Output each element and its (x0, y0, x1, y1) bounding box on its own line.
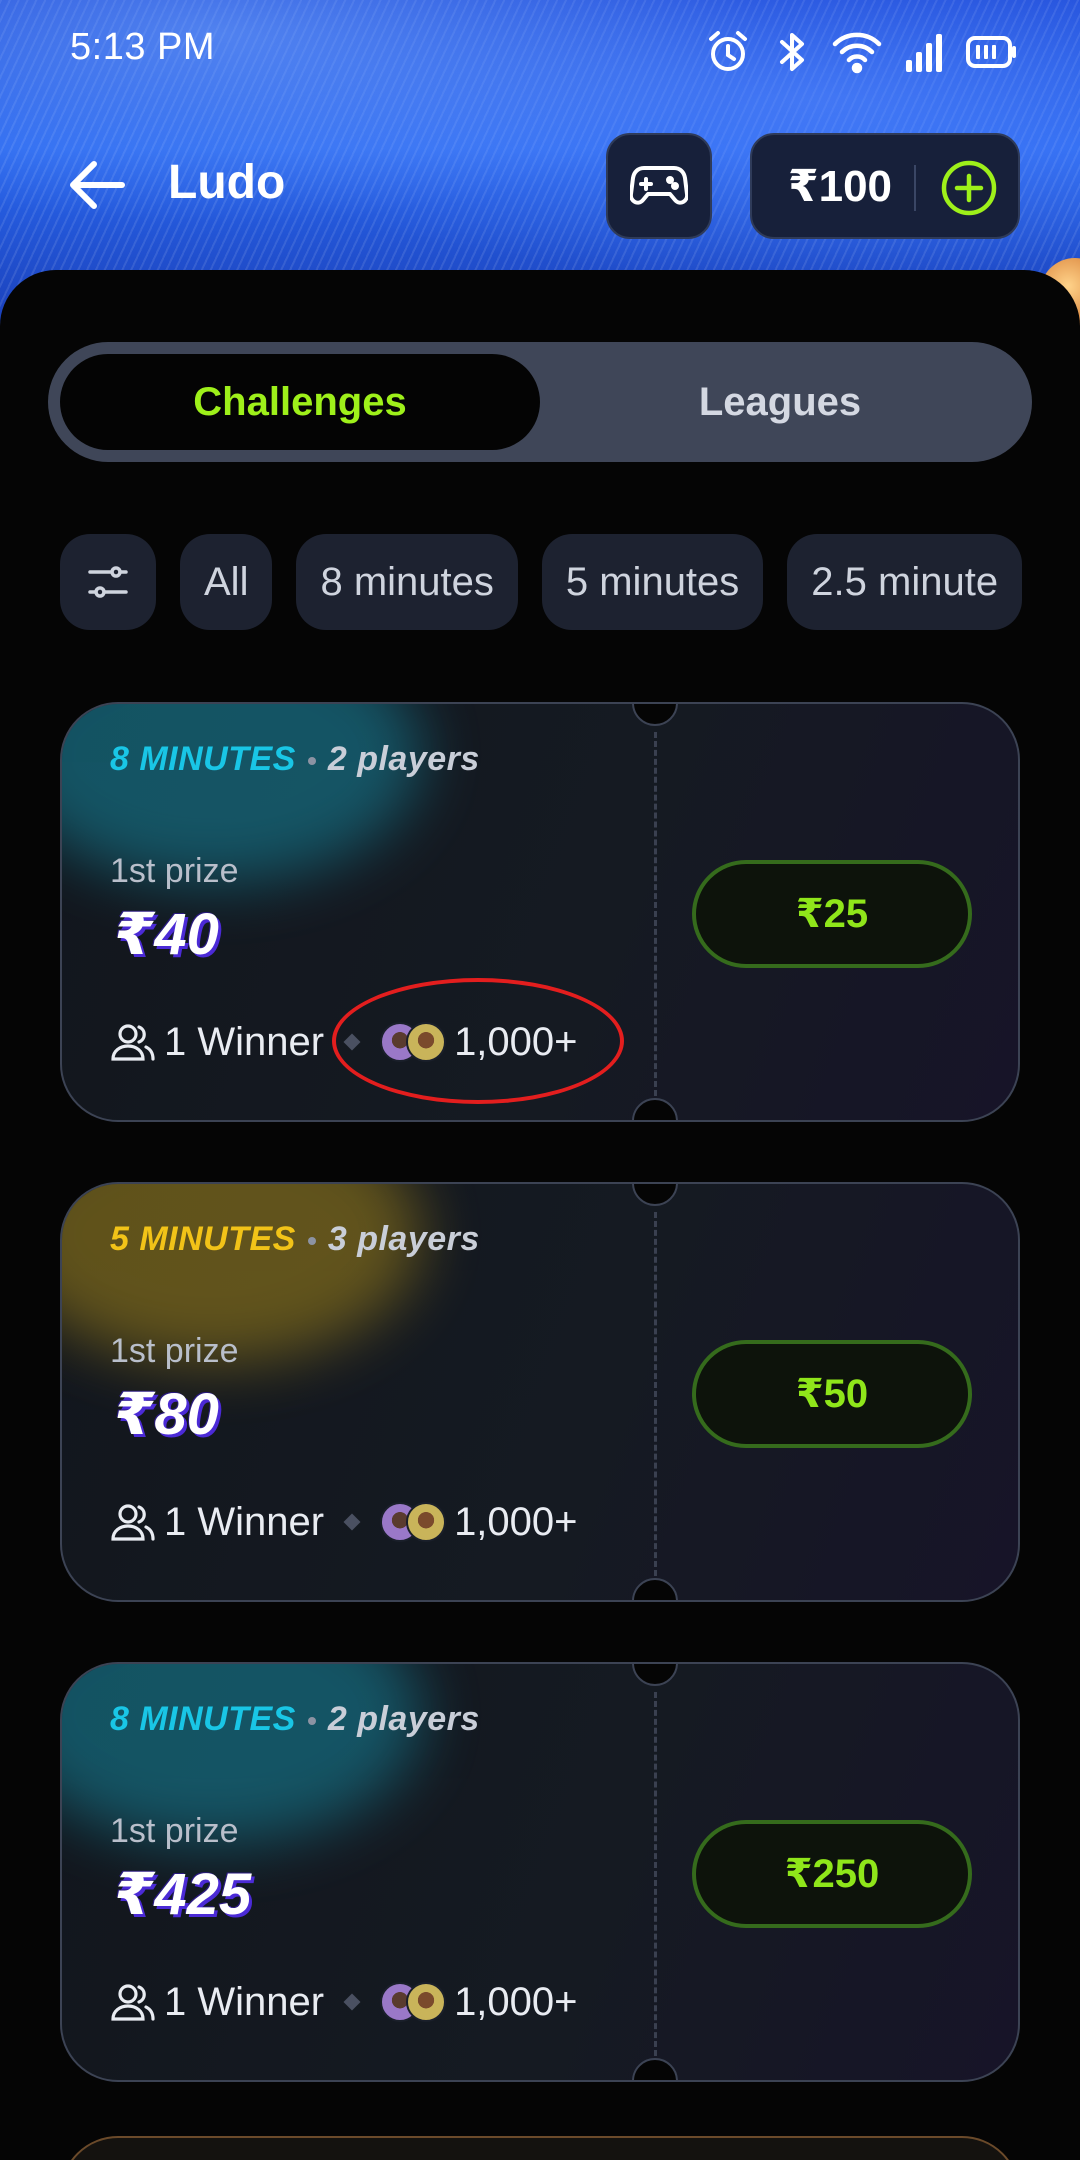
users-icon (111, 1504, 155, 1541)
entry-fee-button[interactable]: ₹50 (692, 1340, 972, 1448)
card-header: 8 MINUTES 2 players (110, 1700, 480, 1739)
card-meta: 1 Winner 1,000+ (110, 1976, 578, 2028)
status-icons (704, 28, 1018, 76)
challenge-card[interactable]: 8 MINUTES 2 players 1st prize ₹40 1 Winne… (60, 702, 1020, 1122)
player-avatars (380, 1500, 450, 1544)
entry-fee-button[interactable]: ₹25 (692, 860, 972, 968)
tab-switcher: Challenges Leagues (48, 342, 1032, 462)
filter-chip-5-minutes[interactable]: 5 minutes (541, 534, 764, 630)
prize-amount: ₹40 (114, 902, 219, 967)
wallet-balance[interactable]: ₹100 (750, 133, 1020, 239)
card-header: 5 MINUTES 3 players (110, 1220, 480, 1259)
card-notch (632, 1578, 678, 1600)
player-count: 2 players (327, 1700, 480, 1738)
page-title: Ludo (168, 156, 286, 209)
player-avatars (380, 1020, 450, 1064)
avatar (406, 1982, 447, 2022)
status-time: 5:13 PM (70, 26, 216, 68)
avatar (406, 1502, 447, 1542)
challenge-duration: 5 MINUTES (110, 1220, 296, 1258)
card-notch (632, 2058, 678, 2080)
game-button[interactable] (606, 133, 712, 239)
users-icon (111, 1984, 155, 2021)
prize-label: 1st prize (110, 1332, 239, 1370)
filter-chip-all[interactable]: All (180, 534, 273, 630)
back-arrow-icon (70, 161, 125, 209)
card-divider (654, 732, 657, 1096)
card-notch (632, 1664, 678, 1686)
signal-icon (906, 34, 942, 72)
challenge-card[interactable]: 8 MINUTES 2 players 1st prize ₹425 1 Winn… (60, 1662, 1020, 2082)
card-meta: 1 Winner 1,000+ (110, 1016, 578, 1068)
prize-amount: ₹425 (114, 1862, 252, 1927)
card-notch (632, 704, 678, 726)
challenge-card-partial[interactable] (60, 2136, 1020, 2160)
back-button[interactable] (62, 150, 132, 220)
card-meta: 1 Winner 1,000+ (110, 1496, 578, 1548)
challenge-duration: 8 MINUTES (110, 740, 296, 778)
sliders-icon (88, 566, 128, 598)
card-notch (632, 1098, 678, 1120)
card-divider (654, 1692, 657, 2056)
users-icon (111, 1024, 155, 1061)
status-bar: 5:13 PM (0, 0, 1080, 100)
add-money-button[interactable] (940, 159, 998, 217)
joined-count: 1,000+ (454, 1019, 578, 1064)
challenge-duration: 8 MINUTES (110, 1700, 296, 1738)
separator-dot (307, 757, 316, 766)
screen: 5:13 PM Ludo ₹100 Challenges Leagues All… (0, 0, 1080, 2160)
add-circle-icon (941, 160, 997, 216)
player-count: 2 players (327, 740, 480, 778)
filter-chip-8-minutes[interactable]: 8 minutes (296, 534, 518, 630)
separator-dot (307, 1237, 316, 1246)
bluetooth-icon (780, 33, 804, 71)
entry-fee-button[interactable]: ₹250 (692, 1820, 972, 1928)
prize-label: 1st prize (110, 852, 239, 890)
card-divider (654, 1212, 657, 1576)
separator-dot (343, 1513, 361, 1531)
filter-settings-button[interactable] (60, 534, 156, 630)
wallet-amount: ₹100 (788, 162, 893, 211)
joined-count: 1,000+ (454, 1499, 578, 1544)
wifi-icon (832, 32, 882, 74)
separator-dot (307, 1717, 316, 1726)
player-count: 3 players (327, 1220, 480, 1258)
wallet-divider (914, 165, 916, 211)
winner-count: 1 Winner (164, 1019, 325, 1064)
tab-leagues[interactable]: Leagues (540, 354, 1020, 450)
separator-dot (343, 1993, 361, 2011)
player-avatars (380, 1980, 450, 2024)
prize-label: 1st prize (110, 1812, 239, 1850)
battery-icon (966, 36, 1016, 68)
separator-dot (343, 1033, 361, 1051)
filter-chips: All 8 minutes 5 minutes 2.5 minute (60, 534, 1023, 630)
filter-chip-2-5-minutes[interactable]: 2.5 minute (787, 534, 1023, 630)
challenge-card[interactable]: 5 MINUTES 3 players 1st prize ₹80 1 Winne… (60, 1182, 1020, 1602)
winner-count: 1 Winner (164, 1499, 325, 1544)
avatar (406, 1022, 447, 1062)
tab-challenges[interactable]: Challenges (60, 354, 540, 450)
prize-amount: ₹80 (114, 1382, 219, 1447)
alarm-icon (709, 31, 747, 71)
joined-count: 1,000+ (454, 1979, 578, 2024)
gamepad-icon (630, 166, 688, 205)
card-header: 8 MINUTES 2 players (110, 740, 480, 779)
card-notch (632, 1184, 678, 1206)
winner-count: 1 Winner (164, 1979, 325, 2024)
